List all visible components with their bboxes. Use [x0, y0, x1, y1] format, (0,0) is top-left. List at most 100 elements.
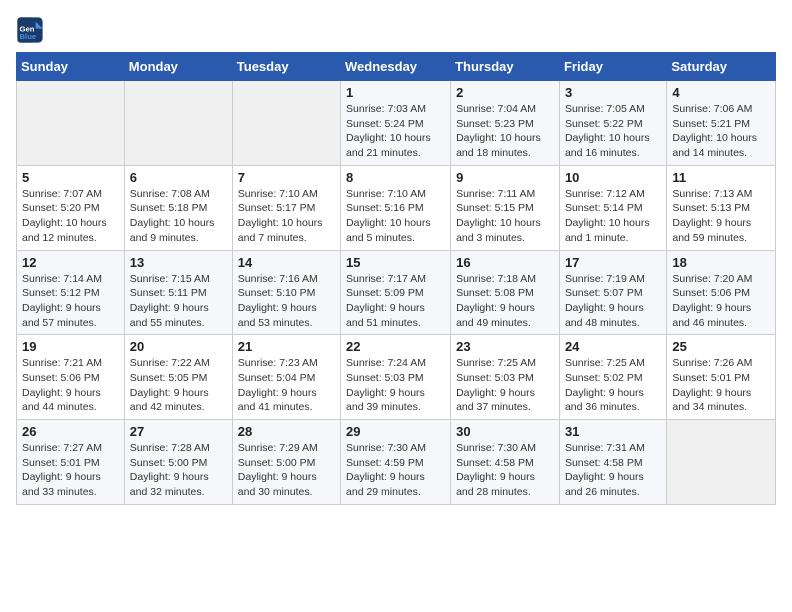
calendar-day-cell: 10 Sunrise: 7:12 AM Sunset: 5:14 PM Dayli… [559, 165, 666, 250]
day-number: 16 [456, 255, 554, 270]
day-number: 31 [565, 424, 661, 439]
calendar-day-cell: 12Sunrise: 7:14 AM Sunset: 5:12 PM Dayli… [17, 250, 125, 335]
calendar-day-cell [232, 81, 340, 166]
day-number: 24 [565, 339, 661, 354]
calendar-day-cell: 4Sunrise: 7:06 AM Sunset: 5:21 PM Daylig… [667, 81, 776, 166]
calendar-day-cell: 23 Sunrise: 7:25 AM Sunset: 5:03 PM Dayli… [451, 335, 560, 420]
day-number: 27 [130, 424, 227, 439]
day-number: 19 [22, 339, 119, 354]
day-number: 23 [456, 339, 554, 354]
calendar-day-cell: 26 Sunrise: 7:27 AM Sunset: 5:01 PM Dayli… [17, 420, 125, 505]
day-number: 26 [22, 424, 119, 439]
day-info: Sunrise: 7:10 AM Sunset: 5:17 PM Dayligh… [238, 187, 335, 246]
day-info: Sunrise: 7:18 AM Sunset: 5:08 PM Dayligh… [456, 272, 554, 331]
day-number: 13 [130, 255, 227, 270]
calendar-day-cell: 1Sunrise: 7:03 AM Sunset: 5:24 PM Daylig… [341, 81, 451, 166]
day-number: 9 [456, 170, 554, 185]
day-info: Sunrise: 7:29 AM Sunset: 5:00 PM Dayligh… [238, 441, 335, 500]
weekday-header: Thursday [451, 53, 560, 81]
calendar-day-cell: 16 Sunrise: 7:18 AM Sunset: 5:08 PM Dayli… [451, 250, 560, 335]
calendar-day-cell: 25Sunrise: 7:26 AM Sunset: 5:01 PM Dayli… [667, 335, 776, 420]
calendar-day-cell: 9 Sunrise: 7:11 AM Sunset: 5:15 PM Daylig… [451, 165, 560, 250]
day-number: 28 [238, 424, 335, 439]
calendar-day-cell: 11 Sunrise: 7:13 AM Sunset: 5:13 PM Dayli… [667, 165, 776, 250]
calendar-day-cell: 8 Sunrise: 7:10 AM Sunset: 5:16 PM Daylig… [341, 165, 451, 250]
calendar-day-cell: 19Sunrise: 7:21 AM Sunset: 5:06 PM Dayli… [17, 335, 125, 420]
day-number: 30 [456, 424, 554, 439]
calendar-day-cell: 3Sunrise: 7:05 AM Sunset: 5:22 PM Daylig… [559, 81, 666, 166]
logo: Gen Blue [16, 16, 48, 44]
day-number: 22 [346, 339, 445, 354]
day-info: Sunrise: 7:17 AM Sunset: 5:09 PM Dayligh… [346, 272, 445, 331]
calendar-week-row: 26 Sunrise: 7:27 AM Sunset: 5:01 PM Dayli… [17, 420, 776, 505]
day-info: Sunrise: 7:19 AM Sunset: 5:07 PM Dayligh… [565, 272, 661, 331]
day-info: Sunrise: 7:31 AM Sunset: 4:58 PM Dayligh… [565, 441, 661, 500]
day-info: Sunrise: 7:25 AM Sunset: 5:03 PM Dayligh… [456, 356, 554, 415]
calendar-day-cell [667, 420, 776, 505]
day-info: Sunrise: 7:13 AM Sunset: 5:13 PM Dayligh… [672, 187, 770, 246]
day-number: 7 [238, 170, 335, 185]
header: Gen Blue [16, 16, 776, 44]
day-number: 17 [565, 255, 661, 270]
day-info: Sunrise: 7:22 AM Sunset: 5:05 PM Dayligh… [130, 356, 227, 415]
calendar-day-cell [17, 81, 125, 166]
day-info: Sunrise: 7:23 AM Sunset: 5:04 PM Dayligh… [238, 356, 335, 415]
svg-text:Blue: Blue [20, 32, 37, 41]
day-info: Sunrise: 7:08 AM Sunset: 5:18 PM Dayligh… [130, 187, 227, 246]
day-info: Sunrise: 7:30 AM Sunset: 4:59 PM Dayligh… [346, 441, 445, 500]
day-info: Sunrise: 7:10 AM Sunset: 5:16 PM Dayligh… [346, 187, 445, 246]
calendar-table: SundayMondayTuesdayWednesdayThursdayFrid… [16, 52, 776, 505]
calendar-day-cell: 13 Sunrise: 7:15 AM Sunset: 5:11 PM Dayli… [124, 250, 232, 335]
day-info: Sunrise: 7:05 AM Sunset: 5:22 PM Dayligh… [565, 102, 661, 161]
calendar-day-cell: 20 Sunrise: 7:22 AM Sunset: 5:05 PM Dayli… [124, 335, 232, 420]
calendar-day-cell: 6 Sunrise: 7:08 AM Sunset: 5:18 PM Daylig… [124, 165, 232, 250]
calendar-week-row: 1Sunrise: 7:03 AM Sunset: 5:24 PM Daylig… [17, 81, 776, 166]
day-info: Sunrise: 7:28 AM Sunset: 5:00 PM Dayligh… [130, 441, 227, 500]
day-number: 8 [346, 170, 445, 185]
calendar-week-row: 12Sunrise: 7:14 AM Sunset: 5:12 PM Dayli… [17, 250, 776, 335]
day-number: 25 [672, 339, 770, 354]
day-info: Sunrise: 7:27 AM Sunset: 5:01 PM Dayligh… [22, 441, 119, 500]
weekday-header: Wednesday [341, 53, 451, 81]
calendar-day-cell: 22Sunrise: 7:24 AM Sunset: 5:03 PM Dayli… [341, 335, 451, 420]
day-number: 18 [672, 255, 770, 270]
calendar-day-cell: 15 Sunrise: 7:17 AM Sunset: 5:09 PM Dayli… [341, 250, 451, 335]
day-info: Sunrise: 7:03 AM Sunset: 5:24 PM Dayligh… [346, 102, 445, 161]
calendar-day-cell: 14 Sunrise: 7:16 AM Sunset: 5:10 PM Dayli… [232, 250, 340, 335]
weekday-header: Tuesday [232, 53, 340, 81]
day-info: Sunrise: 7:11 AM Sunset: 5:15 PM Dayligh… [456, 187, 554, 246]
day-number: 14 [238, 255, 335, 270]
day-number: 20 [130, 339, 227, 354]
day-info: Sunrise: 7:20 AM Sunset: 5:06 PM Dayligh… [672, 272, 770, 331]
day-number: 21 [238, 339, 335, 354]
calendar-day-cell: 7 Sunrise: 7:10 AM Sunset: 5:17 PM Daylig… [232, 165, 340, 250]
day-number: 15 [346, 255, 445, 270]
calendar-body: 1Sunrise: 7:03 AM Sunset: 5:24 PM Daylig… [17, 81, 776, 505]
day-info: Sunrise: 7:30 AM Sunset: 4:58 PM Dayligh… [456, 441, 554, 500]
day-info: Sunrise: 7:25 AM Sunset: 5:02 PM Dayligh… [565, 356, 661, 415]
calendar-day-cell: 21 Sunrise: 7:23 AM Sunset: 5:04 PM Dayli… [232, 335, 340, 420]
calendar-day-cell: 28 Sunrise: 7:29 AM Sunset: 5:00 PM Dayli… [232, 420, 340, 505]
calendar-day-cell: 27 Sunrise: 7:28 AM Sunset: 5:00 PM Dayli… [124, 420, 232, 505]
day-number: 5 [22, 170, 119, 185]
day-number: 6 [130, 170, 227, 185]
day-number: 2 [456, 85, 554, 100]
calendar-week-row: 19Sunrise: 7:21 AM Sunset: 5:06 PM Dayli… [17, 335, 776, 420]
weekday-header: Monday [124, 53, 232, 81]
day-number: 29 [346, 424, 445, 439]
weekday-header: Sunday [17, 53, 125, 81]
day-info: Sunrise: 7:04 AM Sunset: 5:23 PM Dayligh… [456, 102, 554, 161]
day-info: Sunrise: 7:12 AM Sunset: 5:14 PM Dayligh… [565, 187, 661, 246]
calendar-day-cell: 24 Sunrise: 7:25 AM Sunset: 5:02 PM Dayli… [559, 335, 666, 420]
day-info: Sunrise: 7:16 AM Sunset: 5:10 PM Dayligh… [238, 272, 335, 331]
calendar-day-cell: 31 Sunrise: 7:31 AM Sunset: 4:58 PM Dayli… [559, 420, 666, 505]
calendar-header-row: SundayMondayTuesdayWednesdayThursdayFrid… [17, 53, 776, 81]
calendar-day-cell: 30 Sunrise: 7:30 AM Sunset: 4:58 PM Dayli… [451, 420, 560, 505]
day-number: 10 [565, 170, 661, 185]
calendar-day-cell: 29 Sunrise: 7:30 AM Sunset: 4:59 PM Dayli… [341, 420, 451, 505]
day-info: Sunrise: 7:14 AM Sunset: 5:12 PM Dayligh… [22, 272, 119, 331]
day-info: Sunrise: 7:15 AM Sunset: 5:11 PM Dayligh… [130, 272, 227, 331]
calendar-day-cell [124, 81, 232, 166]
day-number: 11 [672, 170, 770, 185]
weekday-header: Friday [559, 53, 666, 81]
